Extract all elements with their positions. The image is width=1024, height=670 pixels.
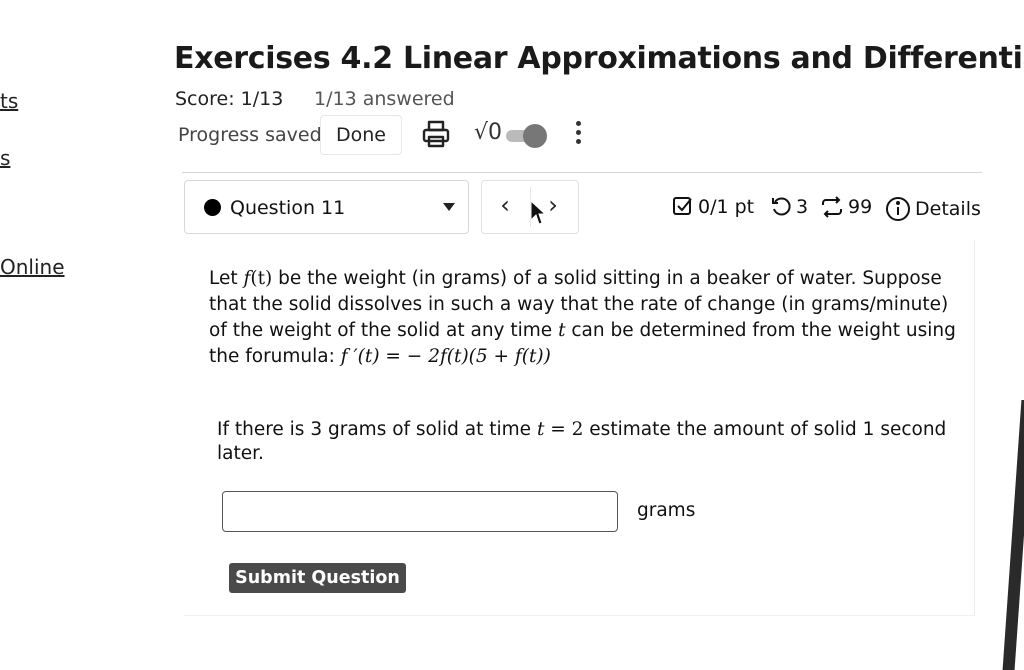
info-icon xyxy=(886,197,910,221)
progress-status: Progress saved xyxy=(178,124,322,146)
points-text: 0/1 pt xyxy=(698,196,755,218)
answered-count: 1/13 answered xyxy=(314,88,455,110)
status-dot-icon xyxy=(204,199,221,216)
left-nav-link-online[interactable]: Online xyxy=(0,255,65,279)
divider xyxy=(182,172,982,173)
math-toggle-label: √0 xyxy=(474,120,503,145)
prev-question-button[interactable]: ‹ xyxy=(490,191,520,219)
formula: f ′(t) = − 2f(t)(5 + f(t)) xyxy=(340,346,551,367)
math-toggle-switch[interactable] xyxy=(506,124,547,148)
answer-input[interactable] xyxy=(222,491,618,532)
left-nav-link-1[interactable]: ts xyxy=(0,89,18,113)
screen-edge xyxy=(1002,400,1024,670)
kebab-icon[interactable] xyxy=(568,118,588,150)
repeat-icon xyxy=(822,196,842,218)
left-nav-link-2[interactable]: s xyxy=(0,146,10,170)
details-link[interactable]: Details xyxy=(885,196,981,222)
print-icon[interactable] xyxy=(420,118,452,150)
score-text: Score: 1/13 xyxy=(175,88,284,110)
question-select[interactable]: Question 11 xyxy=(184,180,469,234)
done-button[interactable]: Done xyxy=(320,115,402,155)
unit-label: grams xyxy=(637,500,696,521)
question-part2: If there is 3 grams of solid at time t =… xyxy=(217,419,947,464)
mouse-cursor-icon xyxy=(530,200,546,225)
chevron-down-icon xyxy=(443,203,455,211)
submit-question-button[interactable]: Submit Question xyxy=(229,563,406,593)
retry-icon xyxy=(772,197,791,216)
attempts-text: 99 xyxy=(848,196,873,218)
checkbox-icon xyxy=(673,197,692,215)
attempts-meta: 99 xyxy=(820,196,872,218)
details-label: Details xyxy=(915,198,981,220)
question-text: Let f(t) be the weight (in grams) of a s… xyxy=(209,268,956,367)
page-title: Exercises 4.2 Linear Approximations and … xyxy=(174,41,1024,76)
question-select-label: Question 11 xyxy=(230,197,346,219)
retries-text: 3 xyxy=(796,196,809,218)
retries-meta: 3 xyxy=(770,196,808,218)
points-meta: 0/1 pt xyxy=(672,196,754,218)
